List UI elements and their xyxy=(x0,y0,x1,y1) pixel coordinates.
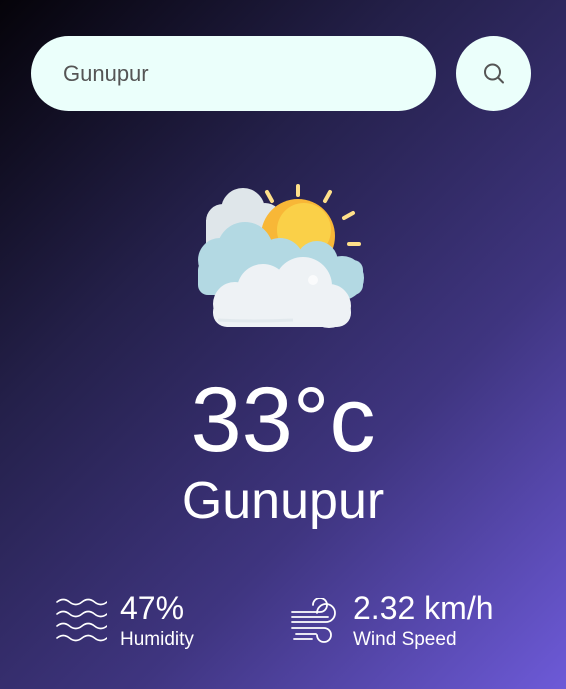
humidity-waves-icon xyxy=(56,598,107,641)
partly-cloudy-sun-icon xyxy=(198,184,364,328)
city-name: Gunupur xyxy=(181,472,385,530)
humidity-text: 47% Humidity xyxy=(120,592,194,649)
weather-card: 33°c Gunupur 47% Humidity xyxy=(0,0,566,689)
search-icon xyxy=(483,63,504,83)
humidity-value: 47% xyxy=(120,590,185,626)
search-bar xyxy=(31,36,531,111)
wind-icon xyxy=(291,597,336,643)
wind-detail: 2.32 km/h Wind Speed xyxy=(290,592,494,649)
search-input[interactable] xyxy=(31,36,436,111)
humidity-label: Humidity xyxy=(120,629,194,650)
search-button[interactable] xyxy=(456,36,531,111)
temperature: 33°c xyxy=(190,369,376,471)
humidity-detail: 47% Humidity xyxy=(55,592,194,649)
wind-value: 2.32 km/h xyxy=(353,590,494,626)
wind-label: Wind Speed xyxy=(353,629,457,650)
wind-text: 2.32 km/h Wind Speed xyxy=(353,592,494,649)
